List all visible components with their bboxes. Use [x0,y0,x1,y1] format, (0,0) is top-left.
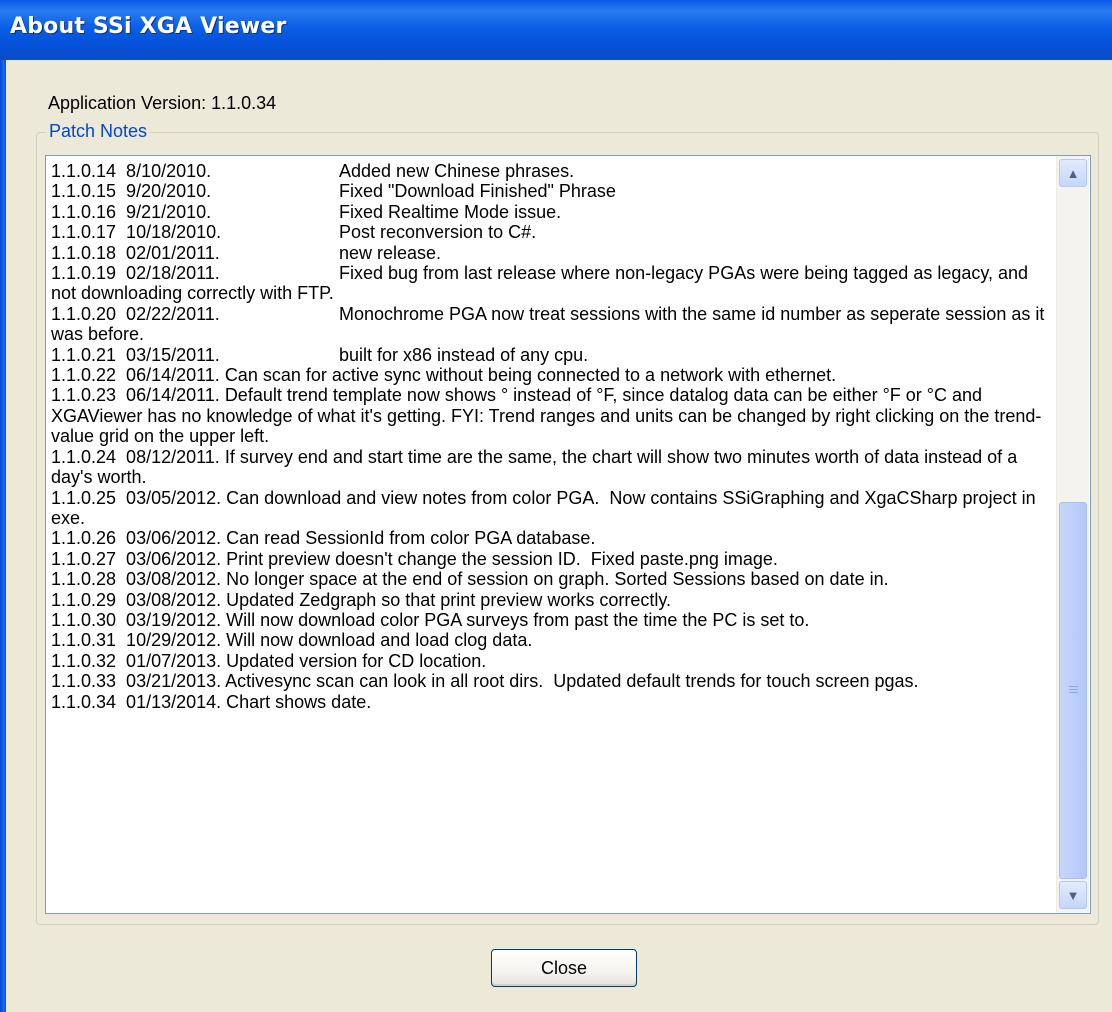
patch-note-line: 1.1.0.33 03/21/2013. Activesync scan can… [51,671,919,692]
patch-note-line: 1.1.0.34 01/13/2014. Chart shows date. [51,691,372,712]
patch-note-line: 1.1.0.23 06/14/2011. Default trend templ… [51,385,1042,447]
about-dialog: About SSi XGA Viewer Application Version… [0,0,1112,1012]
patch-note-line: 1.1.0.32 01/07/2013. Updated version for… [51,650,487,671]
scroll-up-arrow-icon: ▲ [1066,165,1080,181]
patch-notes-text[interactable]: 1.1.0.14 8/10/2010. Added new Chinese ph… [51,161,1051,712]
patch-note-line: 1.1.0.26 03/06/2012. Can read SessionId … [51,528,596,549]
scrollbar-thumb[interactable] [1059,502,1087,879]
patch-note-line: 1.1.0.21 03/15/2011. built for x86 inste… [51,344,589,365]
patch-note-line: 1.1.0.15 9/20/2010. Fixed "Download Fini… [51,181,616,202]
patch-note-line: 1.1.0.14 8/10/2010. Added new Chinese ph… [51,161,575,181]
application-version-label: Application Version: 1.1.0.34 [48,93,277,113]
vertical-scrollbar[interactable]: ▲ ▼ [1056,156,1089,913]
patch-notes-textbox[interactable]: 1.1.0.14 8/10/2010. Added new Chinese ph… [45,155,1091,914]
patch-note-line: 1.1.0.16 9/21/2010. Fixed Realtime Mode … [51,201,562,222]
patch-note-line: 1.1.0.19 02/18/2011. Fixed bug from last… [51,263,1034,304]
window-frame-left [0,60,6,1012]
scroll-up-button[interactable]: ▲ [1059,159,1087,187]
patch-note-line: 1.1.0.30 03/19/2012. Will now download c… [51,609,810,630]
patch-note-line: 1.1.0.29 03/08/2012. Updated Zedgraph so… [51,589,672,610]
title-bar[interactable]: About SSi XGA Viewer [0,0,1112,60]
patch-note-line: 1.1.0.20 02/22/2011. Monochrome PGA now … [51,303,1050,345]
window-title: About SSi XGA Viewer [10,14,287,39]
scroll-down-button[interactable]: ▼ [1059,881,1087,909]
patch-notes-legend: Patch Notes [46,121,151,142]
close-button[interactable]: Close [491,949,637,987]
patch-note-line: 1.1.0.22 06/14/2011. Can scan for active… [51,365,837,386]
patch-note-line: 1.1.0.25 03/05/2012. Can download and vi… [51,487,1041,528]
patch-note-line: 1.1.0.18 02/01/2011. new release. [51,242,442,263]
patch-note-line: 1.1.0.24 08/12/2011. If survey end and s… [51,446,1023,488]
scroll-down-arrow-icon: ▼ [1066,887,1080,903]
patch-note-line: 1.1.0.17 10/18/2010. Post reconversion t… [51,222,537,243]
patch-note-line: 1.1.0.31 10/29/2012. Will now download a… [51,630,533,651]
patch-note-line: 1.1.0.28 03/08/2012. No longer space at … [51,569,889,590]
patch-note-line: 1.1.0.27 03/06/2012. Print preview doesn… [51,548,778,569]
